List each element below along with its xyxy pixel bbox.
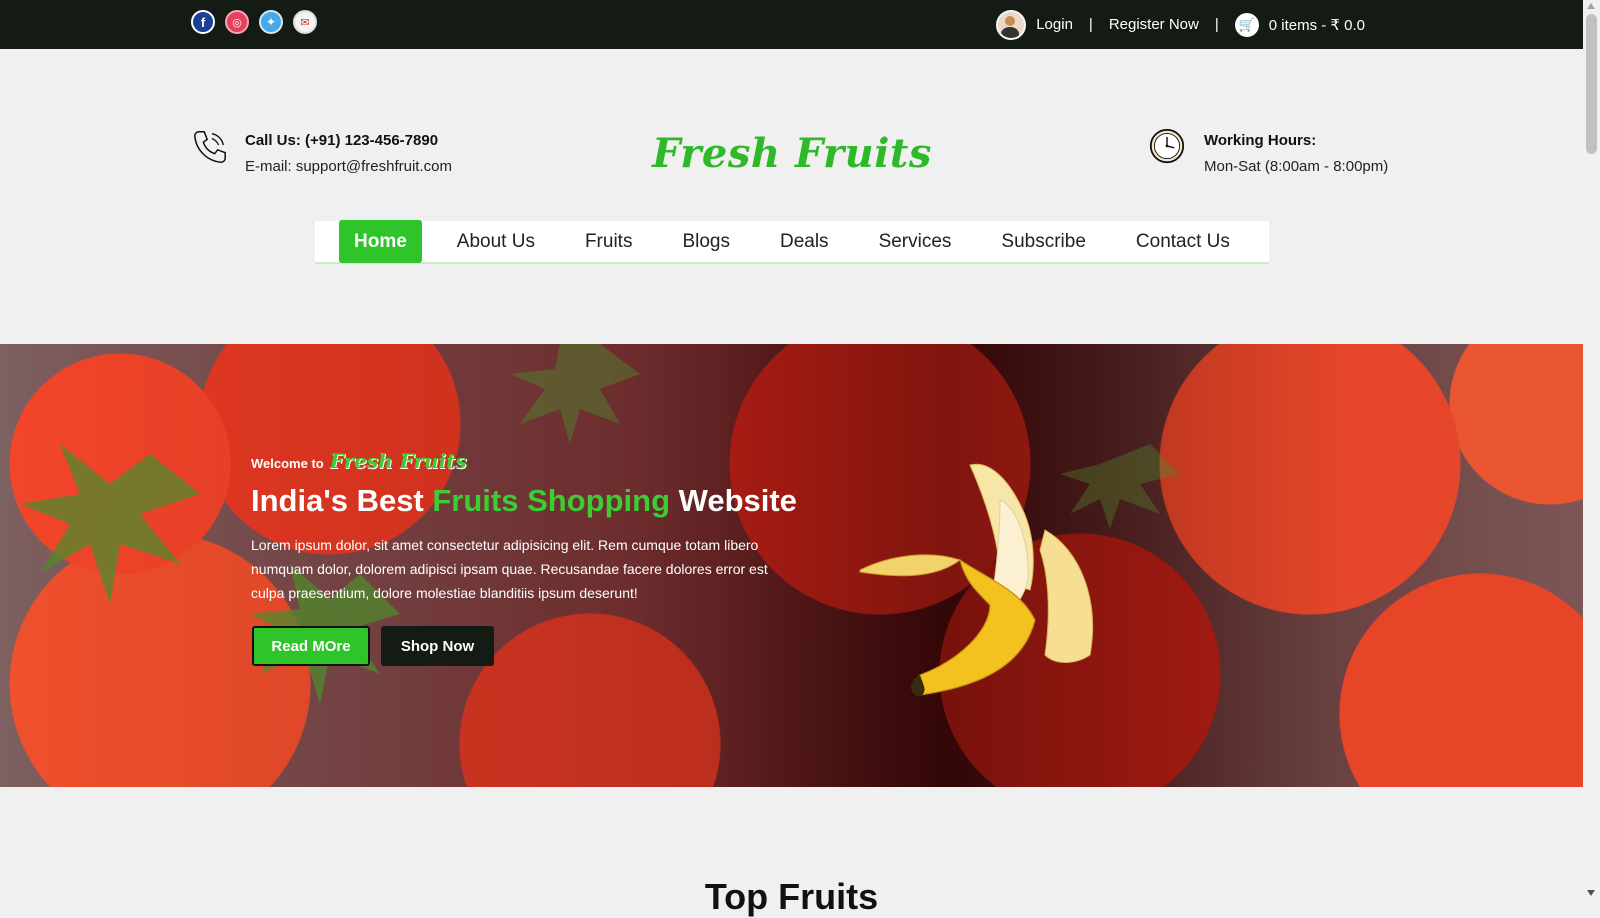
nav-contact-us[interactable]: Contact Us xyxy=(1121,220,1245,263)
welcome-brand: Fresh Fruits xyxy=(329,449,467,473)
nav-fruits[interactable]: Fruits xyxy=(570,220,648,263)
banana-image xyxy=(859,463,1094,697)
welcome-text: Welcome to xyxy=(251,456,324,471)
cart-icon[interactable]: 🛒 xyxy=(1234,12,1259,37)
scroll-down-arrow-icon[interactable] xyxy=(1587,890,1595,896)
hero-title-highlight: Fruits Shopping xyxy=(432,483,671,518)
facebook-icon[interactable]: f xyxy=(191,10,215,34)
register-link[interactable]: Register Now xyxy=(1109,16,1199,33)
separator: | xyxy=(1088,16,1093,33)
hero-title-end: Website xyxy=(670,483,797,518)
scroll-thumb[interactable] xyxy=(1586,14,1597,154)
user-avatar-icon xyxy=(996,9,1027,40)
read-more-button[interactable]: Read MOre xyxy=(252,626,370,666)
nav-about-us[interactable]: About Us xyxy=(442,220,550,263)
top-bar: f ◎ ✦ ✉ Login | Register Now | 🛒 0 items… xyxy=(0,0,1583,49)
hero-banner xyxy=(0,344,1583,787)
nav-blogs[interactable]: Blogs xyxy=(667,220,745,263)
login-link[interactable]: Login xyxy=(1036,16,1073,33)
instagram-icon[interactable]: ◎ xyxy=(225,10,249,34)
nav-home[interactable]: Home xyxy=(339,220,422,263)
page-scrollbar[interactable] xyxy=(1583,0,1600,900)
hero-title-start: India's Best xyxy=(251,483,433,518)
nav-services[interactable]: Services xyxy=(864,220,967,263)
shop-now-button[interactable]: Shop Now xyxy=(381,626,494,666)
gmail-icon[interactable]: ✉ xyxy=(293,10,317,34)
strawberry-leaves-decoration xyxy=(20,344,1180,704)
hero-title: India's Best Fruits Shopping Website xyxy=(251,483,797,519)
nav-deals[interactable]: Deals xyxy=(765,220,844,263)
working-hours: Working Hours: Mon-Sat (8:00am - 8:00pm) xyxy=(1149,128,1388,180)
hero-welcome: Welcome to Fresh Fruits xyxy=(251,449,467,473)
separator: | xyxy=(1214,16,1219,33)
hero-description: Lorem ipsum dolor, sit amet consectetur … xyxy=(251,537,768,601)
section-title: Top Fruits xyxy=(704,876,879,917)
twitter-icon[interactable]: ✦ xyxy=(259,10,283,34)
main-nav: Home About Us Fruits Blogs Deals Service… xyxy=(315,220,1269,264)
cart-summary[interactable]: 0 items - ₹ 0.0 xyxy=(1269,16,1365,34)
nav-subscribe[interactable]: Subscribe xyxy=(986,220,1101,263)
social-links: f ◎ ✦ ✉ xyxy=(191,10,317,34)
account-links: Login | Register Now | 🛒 0 items - ₹ 0.0 xyxy=(996,0,1365,49)
hours-title: Working Hours: xyxy=(1204,132,1317,149)
clock-icon xyxy=(1149,128,1185,164)
hours-text: Mon-Sat (8:00am - 8:00pm) xyxy=(1204,158,1389,175)
scroll-up-arrow-icon[interactable] xyxy=(1587,3,1595,9)
